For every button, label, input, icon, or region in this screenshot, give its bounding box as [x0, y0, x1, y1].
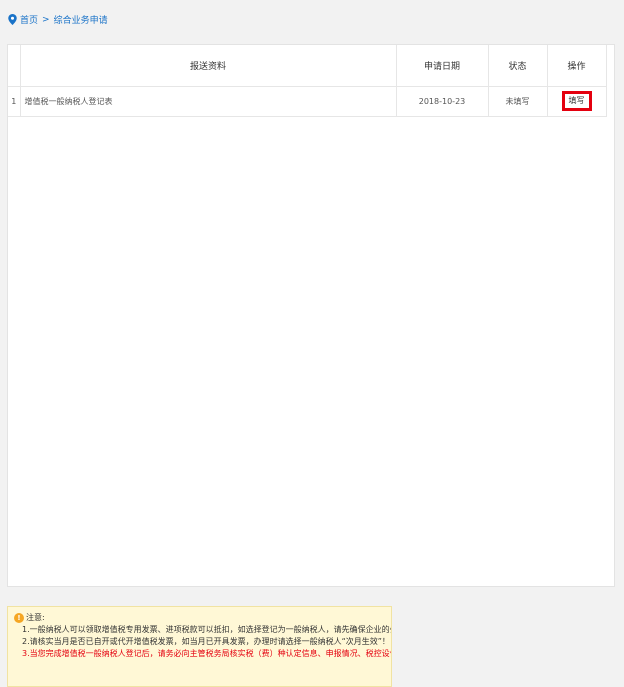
breadcrumb-current[interactable]: 综合业务申请	[54, 13, 108, 26]
breadcrumb: 首页 > 综合业务申请	[8, 13, 108, 26]
row-index: 1	[8, 86, 21, 117]
notice-title-text: 注意:	[26, 613, 45, 622]
row-operation-cell: 填写	[547, 86, 607, 117]
main-panel: 报送资料 申请日期 状态 操作 1 增值税一般纳税人登记表 2018-10-23…	[7, 44, 615, 587]
table-header-row: 报送资料 申请日期 状态 操作	[8, 45, 607, 87]
info-icon: !	[14, 613, 24, 623]
header-operation: 操作	[547, 45, 607, 87]
row-document-name: 增值税一般纳税人登记表	[20, 86, 397, 117]
notice-line-1: 1.一般纳税人可以领取增值税专用发票、进项税款可以抵扣，如选择登记为一般纳税人，…	[22, 625, 391, 634]
notice-box: ! 注意: 1.一般纳税人可以领取增值税专用发票、进项税款可以抵扣，如选择登记为…	[7, 606, 392, 687]
breadcrumb-home-link[interactable]: 首页	[20, 13, 38, 26]
fill-in-button[interactable]: 填写	[561, 91, 592, 111]
header-date: 申请日期	[396, 45, 489, 87]
row-status: 未填写	[488, 86, 548, 117]
header-index	[8, 45, 21, 87]
notice-line-3: 3.当您完成增值税一般纳税人登记后，请务必向主管税务局核实税（费）种认定信息、申…	[22, 649, 391, 658]
location-pin-icon	[8, 14, 17, 25]
filing-table: 报送资料 申请日期 状态 操作 1 增值税一般纳税人登记表 2018-10-23…	[8, 45, 607, 117]
breadcrumb-separator: >	[42, 14, 50, 25]
header-name: 报送资料	[20, 45, 397, 87]
notice-title: ! 注意:	[14, 612, 385, 624]
row-apply-date: 2018-10-23	[396, 86, 489, 117]
notice-line-2: 2.请核实当月是否已自开或代开增值税发票，如当月已开具发票，办理时请选择一般纳税…	[22, 637, 390, 646]
table-row: 1 增值税一般纳税人登记表 2018-10-23 未填写 填写	[8, 86, 607, 117]
header-status: 状态	[488, 45, 548, 87]
